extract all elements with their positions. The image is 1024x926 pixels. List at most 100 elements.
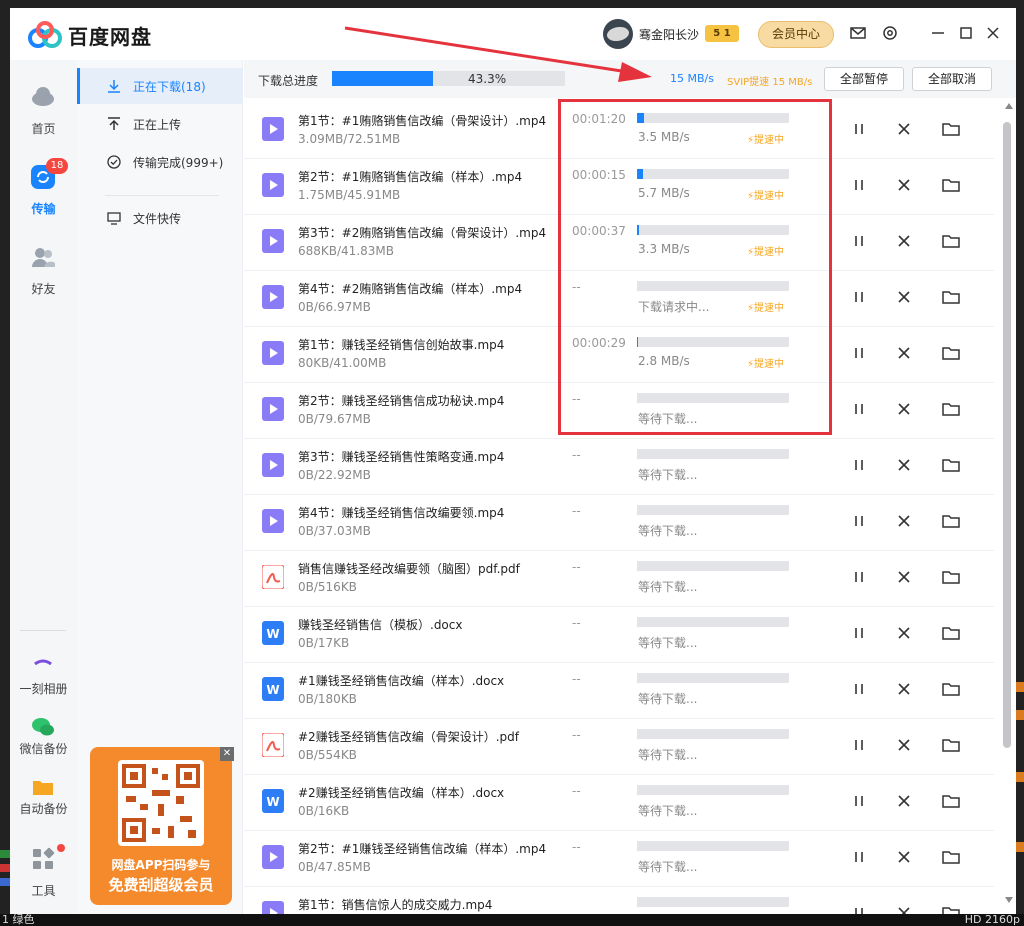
- open-folder-icon[interactable]: [941, 287, 961, 307]
- nav-moment-album[interactable]: 一刻相册: [10, 656, 77, 716]
- open-folder-icon[interactable]: [941, 791, 961, 811]
- cancel-icon[interactable]: [894, 623, 914, 643]
- open-folder-icon[interactable]: [941, 175, 961, 195]
- open-folder-icon[interactable]: [941, 119, 961, 139]
- mail-icon[interactable]: [849, 24, 867, 42]
- download-row[interactable]: 销售信赚钱圣经改编要领（脑图）pdf.pdf 0B/516KB -- 等待下载...: [244, 551, 994, 607]
- open-folder-icon[interactable]: [941, 567, 961, 587]
- download-row[interactable]: 第4节：赚钱圣经销售信改编要领.mp4 0B/37.03MB -- 等待下载...: [244, 495, 994, 551]
- cancel-icon[interactable]: [894, 231, 914, 251]
- open-folder-icon[interactable]: [941, 455, 961, 475]
- download-row[interactable]: #2赚钱圣经销售信改编（骨架设计）.pdf 0B/554KB -- 等待下载...: [244, 719, 994, 775]
- pause-icon[interactable]: [849, 399, 869, 419]
- file-size: 0B/516KB: [298, 580, 357, 594]
- open-folder-icon[interactable]: [941, 231, 961, 251]
- scroll-down-arrow[interactable]: [1005, 897, 1013, 903]
- pause-icon[interactable]: [849, 847, 869, 867]
- download-row[interactable]: 第2节：赚钱圣经销售信成功秘诀.mp4 0B/79.67MB -- 等待下载...: [244, 383, 994, 439]
- open-folder-icon[interactable]: [941, 903, 961, 914]
- cancel-icon[interactable]: [894, 735, 914, 755]
- boost-indicator[interactable]: ⚡提速中: [747, 131, 784, 146]
- pause-icon[interactable]: [849, 287, 869, 307]
- cancel-icon[interactable]: [894, 567, 914, 587]
- member-center-button[interactable]: 会员中心: [758, 21, 834, 48]
- boost-indicator[interactable]: ⚡提速中: [747, 355, 784, 370]
- tools-notification-dot: [57, 844, 65, 852]
- subnav-quick-transfer[interactable]: 文件快传: [77, 200, 243, 236]
- user-avatar[interactable]: [603, 19, 633, 49]
- cancel-all-button[interactable]: 全部取消: [912, 67, 992, 91]
- pause-icon[interactable]: [849, 679, 869, 699]
- nav-tools[interactable]: 工具: [10, 844, 77, 906]
- file-progress-fill: [637, 225, 640, 235]
- open-folder-icon[interactable]: [941, 511, 961, 531]
- pause-icon[interactable]: [849, 623, 869, 643]
- open-folder-icon[interactable]: [941, 735, 961, 755]
- download-row[interactable]: 第1节：赚钱圣经销售信创始故事.mp4 80KB/41.00MB 00:00:29 2…: [244, 327, 994, 383]
- boost-indicator[interactable]: ⚡提速中: [747, 243, 784, 258]
- download-row[interactable]: 第3节：#2贿赂销售信改编（骨架设计）.mp4 688KB/41.83MB 00:0…: [244, 215, 994, 271]
- scrollbar-thumb[interactable]: [1003, 122, 1011, 748]
- download-row[interactable]: W #1赚钱圣经销售信改编（样本）.docx 0B/180KB -- 等待下载...: [244, 663, 994, 719]
- open-folder-icon[interactable]: [941, 399, 961, 419]
- pause-icon[interactable]: [849, 903, 869, 914]
- download-row[interactable]: 第2节：#1贿赂销售信改编（样本）.mp4 1.75MB/45.91MB 00:00…: [244, 159, 994, 215]
- vip-level-badge[interactable]: 5 1: [705, 25, 739, 42]
- boost-indicator[interactable]: ⚡提速中: [747, 299, 784, 314]
- download-row[interactable]: W 赚钱圣经销售信（模板）.docx 0B/17KB -- 等待下载...: [244, 607, 994, 663]
- pause-all-button[interactable]: 全部暂停: [824, 67, 904, 91]
- cancel-icon[interactable]: [894, 791, 914, 811]
- boost-indicator[interactable]: ⚡提速中: [747, 187, 784, 202]
- pause-icon[interactable]: [849, 119, 869, 139]
- cancel-icon[interactable]: [894, 399, 914, 419]
- file-progress-bar: [637, 337, 789, 347]
- download-row[interactable]: 第3节：赚钱圣经销售性策略变通.mp4 0B/22.92MB -- 等待下载...: [244, 439, 994, 495]
- cancel-icon[interactable]: [894, 511, 914, 531]
- open-folder-icon[interactable]: [941, 623, 961, 643]
- cancel-icon[interactable]: [894, 679, 914, 699]
- minimize-icon[interactable]: [929, 24, 947, 42]
- cancel-icon[interactable]: [894, 847, 914, 867]
- download-row[interactable]: 第1节：销售信惊人的成交威力.mp4: [244, 887, 994, 914]
- nav-transfer[interactable]: 18 传输: [10, 158, 77, 224]
- svip-boost-speed[interactable]: SVIP提速 15 MB/s: [727, 73, 812, 88]
- pause-icon[interactable]: [849, 343, 869, 363]
- open-folder-icon[interactable]: [941, 343, 961, 363]
- scrollbar[interactable]: [1002, 103, 1014, 908]
- cancel-icon[interactable]: [894, 175, 914, 195]
- username[interactable]: 骞金阳长沙: [639, 26, 699, 43]
- open-folder-icon[interactable]: [941, 847, 961, 867]
- download-status: 等待下载...: [638, 412, 698, 426]
- pause-icon[interactable]: [849, 175, 869, 195]
- close-window-icon[interactable]: [984, 24, 1002, 42]
- download-row[interactable]: W #2赚钱圣经销售信改编（样本）.docx 0B/16KB -- 等待下载...: [244, 775, 994, 831]
- pause-icon[interactable]: [849, 791, 869, 811]
- cancel-icon[interactable]: [894, 119, 914, 139]
- open-folder-icon[interactable]: [941, 679, 961, 699]
- pause-icon[interactable]: [849, 511, 869, 531]
- pause-icon[interactable]: [849, 455, 869, 475]
- remaining-time: --: [572, 392, 581, 406]
- pause-icon[interactable]: [849, 567, 869, 587]
- cancel-icon[interactable]: [894, 455, 914, 475]
- nav-friends[interactable]: 好友: [10, 244, 77, 304]
- cancel-icon[interactable]: [894, 343, 914, 363]
- nav-auto-backup[interactable]: 自动备份: [10, 774, 77, 834]
- nav-wechat-backup[interactable]: 微信备份: [10, 714, 77, 774]
- subnav-uploading[interactable]: 正在上传: [77, 106, 243, 142]
- cancel-icon[interactable]: [894, 287, 914, 307]
- maximize-icon[interactable]: [957, 24, 975, 42]
- download-row[interactable]: 第1节：#1贿赂销售信改编（骨架设计）.mp4 3.09MB/72.51MB 00:…: [244, 103, 994, 159]
- download-status: 2.8 MB/s: [638, 354, 690, 368]
- pause-icon[interactable]: [849, 231, 869, 251]
- cancel-icon[interactable]: [894, 903, 914, 914]
- settings-gear-icon[interactable]: [881, 24, 899, 42]
- download-row[interactable]: 第2节：#1赚钱圣经销售信改编（样本）.mp4 0B/47.85MB -- 等待下载.…: [244, 831, 994, 887]
- scroll-up-arrow[interactable]: [1005, 103, 1013, 109]
- subnav-downloading[interactable]: 正在下载(18): [77, 68, 243, 104]
- nav-home[interactable]: 首页: [10, 84, 77, 144]
- subnav-completed[interactable]: 传输完成(999+): [77, 144, 243, 180]
- promo-close-button[interactable]: ✕: [220, 747, 234, 761]
- pause-icon[interactable]: [849, 735, 869, 755]
- download-row[interactable]: 第4节：#2贿赂销售信改编（样本）.mp4 0B/66.97MB -- 下载请求中..…: [244, 271, 994, 327]
